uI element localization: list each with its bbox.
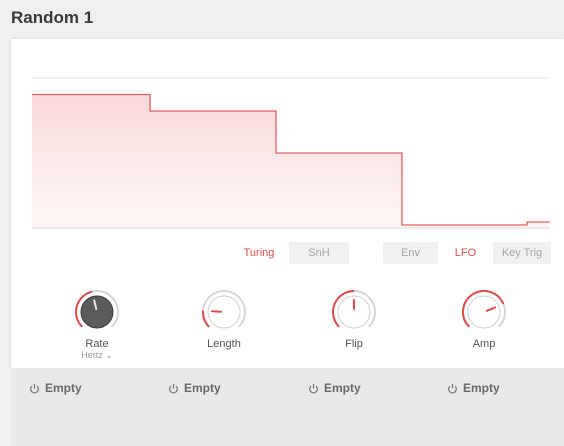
rate-knob-group: Rate Hertz ⌄: [52, 288, 142, 361]
tab-key-trig[interactable]: Key Trig: [493, 242, 551, 264]
knob-indicator: [211, 310, 223, 313]
amp-knob-group: Amp: [439, 288, 529, 350]
amp-label: Amp: [472, 338, 496, 350]
page-title: Random 1: [11, 8, 94, 27]
waveform-fill: [32, 94, 550, 228]
slot-2[interactable]: Empty: [168, 381, 221, 395]
slot-label: Empty: [184, 381, 221, 395]
length-knob[interactable]: [200, 288, 248, 336]
knob-body: [80, 295, 114, 329]
power-icon: [169, 383, 178, 393]
tab-snh[interactable]: SnH: [289, 242, 349, 264]
flip-label: Flip: [345, 338, 363, 350]
random-module-panel: Turing SnH Env LFO Key Trig Rate Hertz ⌄…: [11, 39, 564, 368]
tab-turing[interactable]: Turing: [229, 242, 289, 264]
rate-unit-dropdown[interactable]: Hertz ⌄: [52, 350, 142, 361]
power-icon: [309, 383, 318, 393]
random-waveform-graph: [32, 77, 550, 229]
slot-3[interactable]: Empty: [308, 381, 361, 395]
modulation-slots-bar: Empty Empty Empty Empty: [11, 369, 564, 446]
mode-selector: Turing SnH: [229, 242, 349, 264]
flip-knob[interactable]: [330, 288, 378, 336]
tab-env[interactable]: Env: [383, 242, 438, 264]
slot-label: Empty: [463, 381, 500, 395]
slot-1[interactable]: Empty: [29, 381, 82, 395]
tab-lfo[interactable]: LFO: [438, 242, 493, 264]
length-label: Length: [207, 338, 241, 350]
knob-body: [467, 295, 501, 329]
rate-knob[interactable]: [73, 288, 121, 336]
power-icon: [448, 383, 457, 393]
power-icon: [30, 383, 39, 393]
flip-knob-group: Flip: [309, 288, 399, 350]
amp-knob[interactable]: [460, 288, 508, 336]
slot-label: Empty: [324, 381, 361, 395]
slot-4[interactable]: Empty: [447, 381, 500, 395]
length-knob-group: Length: [179, 288, 269, 350]
slot-label: Empty: [45, 381, 82, 395]
trigger-selector: Env LFO Key Trig: [383, 242, 551, 264]
rate-label: Rate: [85, 338, 109, 350]
